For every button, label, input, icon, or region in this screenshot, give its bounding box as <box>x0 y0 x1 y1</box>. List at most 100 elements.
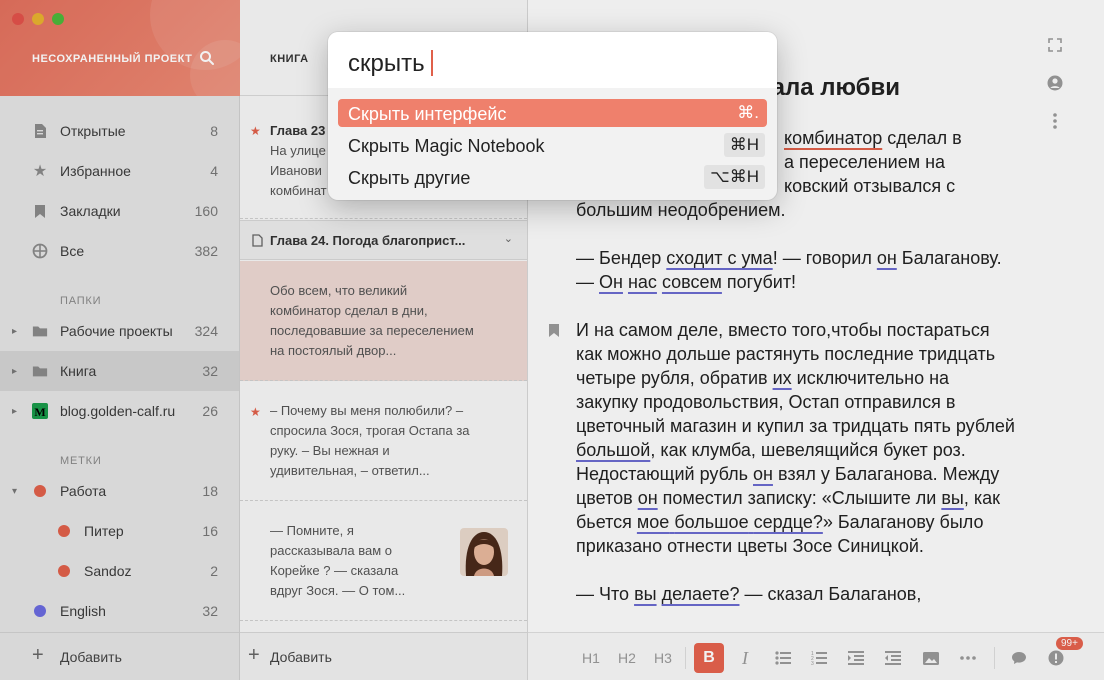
heading-3-button[interactable]: H3 <box>648 643 678 673</box>
tag-color-icon <box>56 563 72 579</box>
text-run: он <box>637 488 658 508</box>
fullscreen-icon[interactable] <box>1046 36 1064 54</box>
text-run: сходит с ума <box>666 248 773 268</box>
chevron-down-icon[interactable]: ▾ <box>12 486 17 497</box>
comment-icon[interactable] <box>1004 643 1034 673</box>
sidebar-tag-english[interactable]: English 32 <box>0 591 239 631</box>
bold-button[interactable]: B <box>694 643 724 673</box>
sidebar-folder-work-projects[interactable]: ▸ Рабочие проекты 324 <box>0 311 239 351</box>
more-vertical-icon[interactable] <box>1046 112 1064 130</box>
text-run: нас <box>627 272 657 292</box>
command-hide-app[interactable]: Скрыть Magic Notebook ⌘H <box>338 131 767 159</box>
sidebar-tag-piter[interactable]: Питер 16 <box>0 511 239 551</box>
sidebar-item-count: 160 <box>194 203 218 219</box>
sidebar-item-label: Питер <box>84 523 124 539</box>
chevron-right-icon[interactable]: ▸ <box>12 366 17 377</box>
note-item[interactable]: — Помните, я рассказывала вам о Корейке … <box>240 501 527 621</box>
sidebar-item-label: Избранное <box>60 163 131 179</box>
note-preview-line: комбинатор сделал в дни, <box>270 303 428 318</box>
note-item[interactable]: ★ – Почему вы меня полюбили? – спросила … <box>240 381 527 501</box>
text-run: — Бендер <box>576 248 667 268</box>
command-search-input[interactable]: скрыть <box>328 32 777 88</box>
sidebar-item-favorites[interactable]: ★ Избранное 4 <box>0 151 239 191</box>
paragraph: большим неодобрением. <box>576 198 1016 222</box>
bookmark-icon[interactable] <box>548 323 560 338</box>
note-preview-line: удивительная, – ответил... <box>270 463 430 478</box>
editor-text: комбинатор <box>784 128 883 148</box>
more-horizontal-icon[interactable] <box>953 643 983 673</box>
add-label: Добавить <box>270 649 332 665</box>
document-icon <box>252 234 263 247</box>
sidebar-add-button[interactable]: + Добавить <box>0 632 239 680</box>
close-window-button[interactable] <box>12 13 24 25</box>
note-preview-line: На улице <box>270 143 326 158</box>
sidebar-folder-book[interactable]: ▸ Книга 32 <box>0 351 239 391</box>
text-run: — Что <box>576 584 635 604</box>
command-shortcut: ⌘H <box>723 133 765 157</box>
note-title: Глава 23 <box>270 123 326 138</box>
command-hide-others[interactable]: Скрыть другие ⌥⌘H <box>338 163 767 191</box>
text-run: ! — говорил <box>772 248 877 268</box>
note-preview-line: Корейке ? — сказала <box>270 563 399 578</box>
sidebar-item-count: 2 <box>210 563 218 579</box>
chevron-right-icon[interactable]: ▸ <box>12 406 17 417</box>
image-icon[interactable] <box>916 643 946 673</box>
editor-title-line-2: зала любви <box>760 74 900 101</box>
numbered-list-icon[interactable]: 123 <box>804 643 834 673</box>
paragraph: — Что вы делаете? — сказал Балаганов, <box>576 582 1016 606</box>
minimize-window-button[interactable] <box>32 13 44 25</box>
command-hide-interface[interactable]: Скрыть интерфейс ⌘. <box>338 99 767 127</box>
user-icon[interactable] <box>1046 74 1064 92</box>
note-preview-line: на постоялый двор... <box>270 343 397 358</box>
search-icon[interactable] <box>199 50 215 66</box>
notifications-badge: 99+ <box>1056 637 1083 650</box>
text-run: вы <box>941 488 964 508</box>
editor-line: ковский отзывался с <box>784 176 956 196</box>
chevron-right-icon[interactable]: ▸ <box>12 326 17 337</box>
zoom-window-button[interactable] <box>52 13 64 25</box>
note-preview-line: комбинат <box>270 183 327 198</box>
sidebar-item-count: 26 <box>202 403 218 419</box>
medium-icon: M <box>32 403 48 419</box>
sidebar-item-count: 32 <box>202 603 218 619</box>
plus-icon: + <box>248 644 260 666</box>
sidebar-item-count: 18 <box>202 483 218 499</box>
bullet-list-icon[interactable] <box>768 643 798 673</box>
text-run: — сказал Балаганов, <box>739 584 922 604</box>
tag-color-icon <box>56 523 72 539</box>
heading-1-button[interactable]: H1 <box>576 643 606 673</box>
sidebar-tag-sandoz[interactable]: Sandoz 2 <box>0 551 239 591</box>
outdent-icon[interactable] <box>878 643 908 673</box>
text-run: погубит! <box>721 272 797 292</box>
tag-color-icon <box>32 603 48 619</box>
note-item-selected[interactable]: Обо всем, что великий комбинатор сделал … <box>240 261 527 381</box>
italic-button[interactable]: I <box>730 643 760 673</box>
sidebar-item-label: Все <box>60 243 85 259</box>
chapter-header[interactable]: Глава 24. Погода благоприст... ⌄ <box>240 220 527 260</box>
sidebar-item-all[interactable]: Все 382 <box>0 231 239 271</box>
toolbar-divider <box>685 647 686 669</box>
sidebar-header: НЕСОХРАНЕННЫЙ ПРОЕКТ <box>0 0 240 96</box>
document-icon <box>32 123 48 139</box>
sidebar-item-bookmarks[interactable]: Закладки 160 <box>0 191 239 231</box>
command-label: Скрыть другие <box>348 168 471 188</box>
heading-2-button[interactable]: H2 <box>612 643 642 673</box>
sidebar-item-count: 32 <box>202 363 218 379</box>
sidebar-item-count: 382 <box>194 243 218 259</box>
note-preview-line: – Почему вы меня полюбили? – <box>270 403 464 418</box>
text-run: совсем <box>661 272 722 292</box>
sidebar-folder-blog[interactable]: ▸ M blog.golden-calf.ru 26 <box>0 391 239 431</box>
command-label: Скрыть Magic Notebook <box>348 136 545 156</box>
note-list-add-button[interactable]: + Добавить <box>240 632 527 680</box>
sidebar: НЕСОХРАНЕННЫЙ ПРОЕКТ Открытые 8 ★ Избран… <box>0 0 240 680</box>
sidebar-tag-work[interactable]: ▾ Работа 18 <box>0 471 239 511</box>
editor-body[interactable]: большим неодобрением. — Бендер сходит с … <box>576 198 1016 630</box>
sidebar-item-label: blog.golden-calf.ru <box>60 403 176 419</box>
bookmark-icon <box>32 203 48 219</box>
text-run: делаете? <box>661 584 740 604</box>
sidebar-item-open[interactable]: Открытые 8 <box>0 111 239 151</box>
indent-icon[interactable] <box>841 643 871 673</box>
chevron-down-icon[interactable]: ⌄ <box>504 232 513 245</box>
text-run: большой <box>576 440 651 460</box>
svg-text:3: 3 <box>811 661 814 665</box>
